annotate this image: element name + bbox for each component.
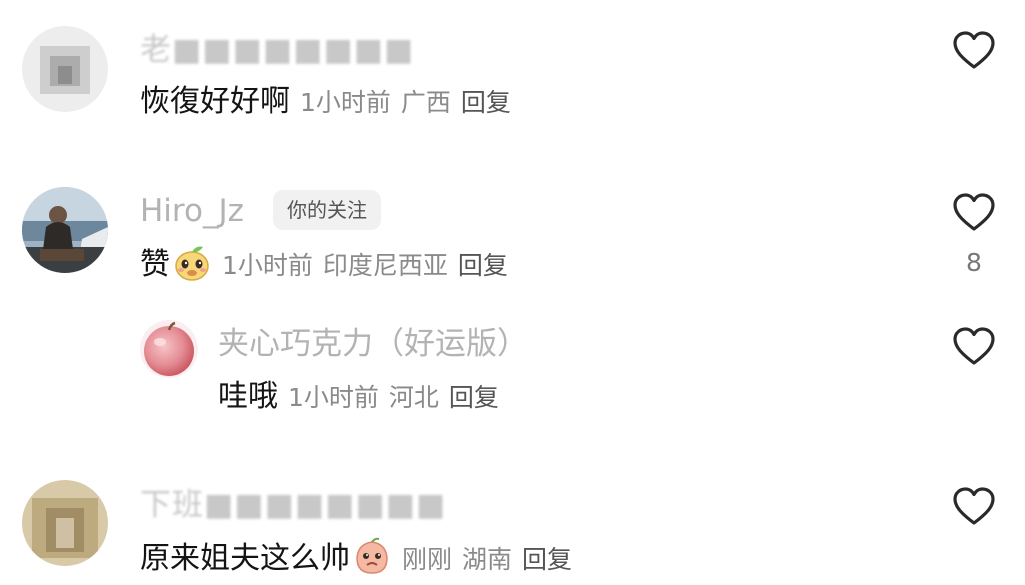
comment-item: 下班■■■■■■■■ 原来姐夫这么帅 刚刚 湖南 回复 [0,440,1025,576]
like-count: 8 [966,248,982,277]
reply-button[interactable]: 回复 [522,545,572,574]
comment-text: 哇哦 [218,379,278,414]
comment-location: 广西 [400,88,451,117]
comment-time: 1小时前 [222,251,313,280]
comment-meta: 1小时前 印度尼西亚 回复 [222,251,518,280]
reply-button[interactable]: 回复 [461,88,511,117]
heart-outline-icon [953,487,995,525]
comment-location: 河北 [388,383,439,412]
comment-body: 原来姐夫这么帅 刚刚 湖南 回复 [140,536,582,585]
peach-face-emoji-icon [356,537,388,574]
comment-body: 赞 1小时前 印度尼西亚 回复 [140,242,518,291]
username[interactable]: 老■■■■■■■■ [140,30,414,70]
reply-button[interactable]: 回复 [458,251,508,280]
comment-meta: 刚刚 湖南 回复 [402,545,582,574]
comment-text: 赞 [140,247,170,282]
like-button[interactable] [952,192,996,232]
comment-time: 1小时前 [300,88,391,117]
comment-body: 哇哦 1小时前 河北 回复 [218,375,509,423]
comment-meta: 1小时前 广西 回复 [300,88,521,117]
username[interactable]: 夹心巧克力（好运版） [218,324,528,364]
avatar[interactable] [22,480,108,566]
comment-meta: 1小时前 河北 回复 [288,383,509,412]
comment-text: 恢復好好啊 [140,84,290,119]
sprout-face-emoji-icon [175,246,209,281]
avatar[interactable] [22,26,108,112]
comment-location: 印度尼西亚 [322,251,448,280]
reply-button[interactable]: 回复 [449,383,499,412]
avatar[interactable] [22,187,108,273]
comment-item: Hiro_Jz 你的关注 赞 1小时前 印度尼西亚 回复 8 夹心巧克力（好运版… [0,150,1025,440]
heart-outline-icon [953,31,995,69]
heart-outline-icon [953,327,995,365]
comment-item: 老■■■■■■■■ 恢復好好啊 1小时前 广西 回复 [0,0,1025,150]
comment-time: 刚刚 [402,545,453,574]
like-button[interactable] [952,30,996,70]
comment-text: 原来姐夫这么帅 [140,541,350,576]
comment-body: 恢復好好啊 1小时前 广西 回复 [140,80,521,128]
username[interactable]: 下班■■■■■■■■ [140,485,446,525]
username[interactable]: Hiro_Jz [140,191,244,231]
following-badge: 你的关注 [273,190,381,230]
comment-location: 湖南 [462,545,513,574]
like-button[interactable] [952,486,996,526]
comment-time: 1小时前 [288,383,379,412]
like-button[interactable] [952,326,996,366]
heart-outline-icon [953,193,995,231]
avatar[interactable] [140,320,198,378]
